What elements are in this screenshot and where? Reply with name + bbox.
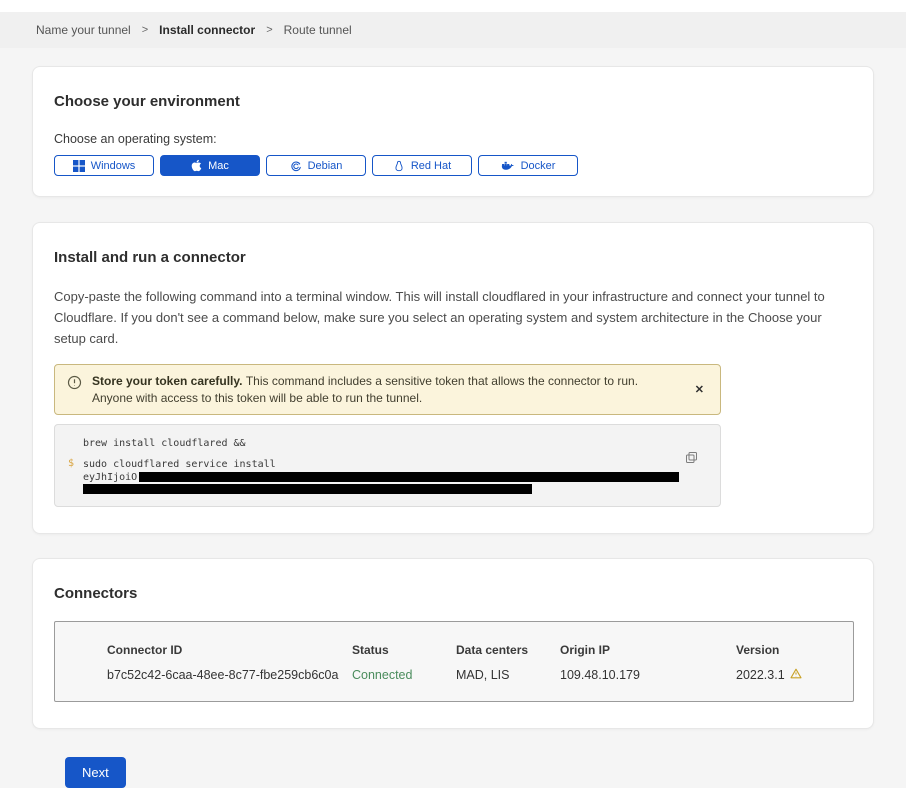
connector-id-value: b7c52c42-6caa-48ee-8c77-fbe259cb6c0a: [107, 668, 352, 682]
environment-card-title: Choose your environment: [54, 93, 852, 110]
os-button-windows[interactable]: Windows: [54, 155, 154, 176]
wizard-footer: Next: [65, 757, 874, 788]
warning-triangle-icon: [790, 668, 802, 682]
breadcrumb-route-tunnel[interactable]: Route tunnel: [284, 23, 352, 37]
redhat-icon: [393, 160, 405, 172]
install-command-codeblock: brew install cloudflared && $ sudo cloud…: [54, 424, 721, 507]
alert-message: Store your token carefully. This command…: [92, 373, 681, 406]
breadcrumb: Name your tunnel > Install connector > R…: [0, 12, 906, 48]
os-button-debian[interactable]: Debian: [266, 155, 366, 176]
os-button-docker[interactable]: Docker: [478, 155, 578, 176]
code-text: brew install cloudflared &&: [83, 437, 246, 450]
shell-prompt: $: [68, 458, 83, 484]
column-header-version: Version: [736, 643, 853, 657]
debian-icon: [290, 160, 302, 172]
copy-icon[interactable]: [685, 451, 698, 467]
column-header-data-centers: Data centers: [456, 643, 560, 657]
redaction-bar: [139, 472, 679, 482]
os-button-label: Debian: [308, 160, 343, 172]
redaction-bar: [83, 484, 532, 494]
token-warning-alert: Store your token carefully. This command…: [54, 364, 721, 415]
connectors-card-title: Connectors: [54, 585, 852, 602]
windows-icon: [73, 160, 85, 172]
data-centers-value: MAD, LIS: [456, 668, 560, 682]
info-icon: [67, 375, 82, 395]
docker-icon: [501, 160, 515, 171]
code-text: sudo cloudflared service install: [83, 459, 276, 470]
os-button-mac[interactable]: Mac: [160, 155, 260, 176]
os-select-label: Choose an operating system:: [54, 132, 852, 146]
install-connector-card: Install and run a connector Copy-paste t…: [32, 222, 874, 534]
connectors-table: Connector ID Status Data centers Origin …: [54, 621, 854, 702]
column-header-status: Status: [352, 643, 456, 657]
breadcrumb-name-your-tunnel[interactable]: Name your tunnel: [36, 23, 131, 37]
connectors-card: Connectors Connector ID Status Data cent…: [32, 558, 874, 729]
os-button-redhat[interactable]: Red Hat: [372, 155, 472, 176]
breadcrumb-separator: >: [266, 24, 272, 36]
os-button-label: Docker: [521, 160, 556, 172]
origin-ip-value: 109.48.10.179: [560, 668, 736, 682]
alert-close-button[interactable]: ✕: [691, 381, 708, 398]
column-header-origin-ip: Origin IP: [560, 643, 736, 657]
status-badge: Connected: [352, 668, 456, 682]
choose-environment-card: Choose your environment Choose an operat…: [32, 66, 874, 197]
top-strip: [0, 0, 906, 12]
os-button-label: Red Hat: [411, 160, 451, 172]
breadcrumb-separator: >: [142, 24, 148, 36]
alert-title: Store your token carefully.: [92, 374, 246, 388]
next-button[interactable]: Next: [65, 757, 126, 788]
breadcrumb-install-connector[interactable]: Install connector: [159, 23, 255, 37]
install-card-title: Install and run a connector: [54, 249, 852, 266]
code-line-sudo: $ sudo cloudflared service install eyJhI…: [68, 458, 680, 484]
os-button-group: Windows Mac Debian: [54, 155, 852, 176]
code-line-brew: brew install cloudflared &&: [68, 437, 680, 450]
os-button-label: Mac: [208, 160, 229, 172]
os-button-label: Windows: [91, 160, 136, 172]
column-header-connector-id: Connector ID: [107, 643, 352, 657]
version-value: 2022.3.1: [736, 668, 853, 682]
token-prefix: eyJhIjoiO: [83, 472, 137, 483]
apple-icon: [191, 159, 202, 172]
install-description: Copy-paste the following command into a …: [54, 286, 852, 349]
